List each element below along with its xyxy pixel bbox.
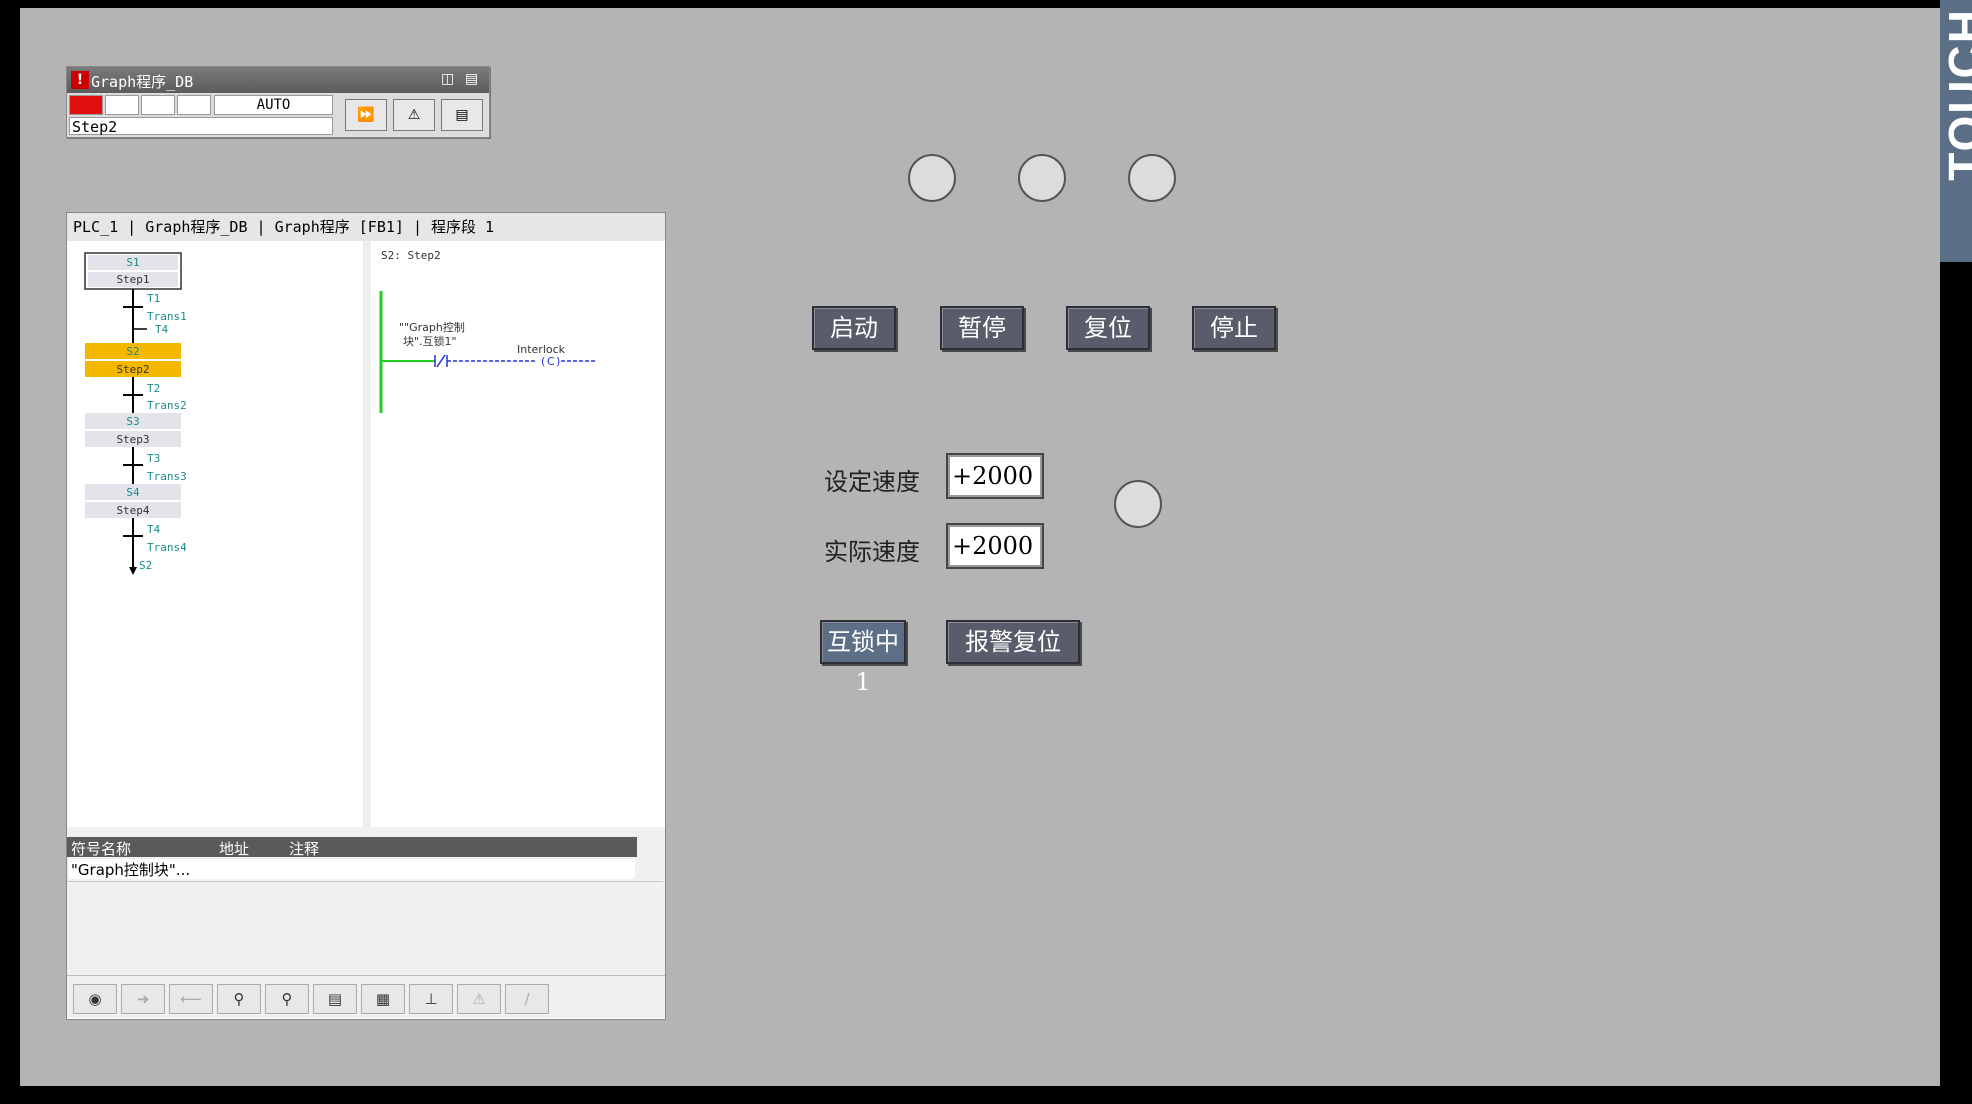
slash-button[interactable]: ∕ bbox=[505, 984, 549, 1014]
indicator-lamp-4 bbox=[1114, 480, 1162, 528]
operand-line2: 块".互锁1" bbox=[403, 334, 457, 348]
step-s3-name: Step3 bbox=[116, 433, 149, 446]
symbol-table: 符号名称 地址 注释 "Graph控制块"... bbox=[67, 827, 665, 978]
step-s4-name: Step4 bbox=[116, 504, 149, 517]
list-icon: ▤ bbox=[327, 990, 343, 1008]
slash-icon: ∕ bbox=[524, 990, 530, 1008]
step-s3-id: S3 bbox=[126, 415, 139, 428]
status-cell-active bbox=[69, 95, 103, 115]
symbol-table-empty-area bbox=[67, 881, 663, 978]
status-cells: AUTO bbox=[69, 95, 333, 115]
arrow-right-icon: ➜ bbox=[136, 990, 150, 1008]
plc-code-viewer: PLC_1 | Graph程序_DB | Graph程序 [FB1] | 程序段… bbox=[66, 212, 666, 1020]
trans-t2-name: Trans2 bbox=[147, 399, 187, 412]
symbol-table-header: 符号名称 地址 注释 bbox=[67, 837, 637, 858]
trans-t4-name: Trans4 bbox=[147, 541, 187, 554]
zoom-out-icon: ⚲ bbox=[281, 990, 293, 1008]
alarm-icon: ⚠ bbox=[407, 107, 421, 123]
comment-button[interactable]: ◉ bbox=[73, 984, 117, 1014]
viewer-toolbar: ◉ ➜ ⟵ ⚲ ⚲ ▤ ▦ ⊥ ⚠ ∕ bbox=[67, 975, 665, 1018]
mode-button[interactable]: ▤ bbox=[441, 99, 483, 131]
col-symbol-name: 符号名称 bbox=[71, 840, 132, 858]
status-cell bbox=[105, 95, 139, 115]
actual-speed-field: +2000 bbox=[946, 523, 1044, 569]
graph-status-block: ! Graph程序_DB ◫ ▤ AUTO Step2 ⏩ ⚠ ▤ bbox=[66, 66, 490, 138]
coil-symbol: ( bbox=[541, 355, 545, 368]
step-s2-id: S2 bbox=[126, 345, 139, 358]
graph-sequence-chart: S1 Step1 T1 Trans1 T4 S2 Step2 T2 Trans2 bbox=[67, 241, 665, 851]
step-s1-id: S1 bbox=[126, 256, 139, 269]
alarm-button[interactable]: ⚠ bbox=[457, 984, 501, 1014]
status-cell bbox=[177, 95, 211, 115]
trans-t2-id: T2 bbox=[147, 382, 160, 395]
display-icon[interactable]: ◫ bbox=[441, 71, 459, 87]
trans-t3-name: Trans3 bbox=[147, 470, 187, 483]
zoom-in-button[interactable]: ⚲ bbox=[217, 984, 261, 1014]
warning-icon: ! bbox=[71, 71, 89, 89]
trans-t4-id: T4 bbox=[147, 523, 161, 536]
actual-speed-label: 实际速度 bbox=[824, 538, 920, 566]
loop-in-label: T4 bbox=[155, 323, 169, 336]
mode-display: AUTO bbox=[214, 95, 333, 115]
next-step-button[interactable]: ⏩ bbox=[345, 99, 387, 131]
mode-icon: ▤ bbox=[455, 107, 469, 123]
touch-label-strip: TOUCH bbox=[1940, 0, 1972, 262]
interlock-button[interactable]: 互锁中1 bbox=[820, 620, 906, 696]
touch-label: TOUCH bbox=[1940, 8, 1972, 181]
col-comment: 注释 bbox=[289, 840, 320, 858]
step-s2-name: Step2 bbox=[116, 363, 149, 376]
step-s4-id: S4 bbox=[126, 486, 140, 499]
arrow-left-icon: ⟵ bbox=[180, 990, 202, 1008]
view-button[interactable]: ▤ bbox=[313, 984, 357, 1014]
reset-button[interactable]: 复位 bbox=[1066, 306, 1150, 350]
symbol-table-row[interactable]: "Graph控制块"... bbox=[69, 859, 635, 879]
step-s1-name: Step1 bbox=[116, 273, 149, 286]
search-button[interactable]: ▦ bbox=[361, 984, 405, 1014]
zoom-in-icon: ⚲ bbox=[233, 990, 245, 1008]
jump-target-label: S2 bbox=[139, 559, 152, 572]
trans-t1-name: Trans1 bbox=[147, 310, 187, 323]
hmi-screen: ! Graph程序_DB ◫ ▤ AUTO Step2 ⏩ ⚠ ▤ PLC_1 … bbox=[20, 8, 1940, 1086]
search-list-icon: ▦ bbox=[375, 990, 391, 1008]
acknowledge-button[interactable]: ⚠ bbox=[393, 99, 435, 131]
fast-forward-icon: ⏩ bbox=[357, 107, 375, 123]
toggle-button[interactable]: ⊥ bbox=[409, 984, 453, 1014]
coil-label: C bbox=[547, 355, 555, 368]
alarm-reset-button[interactable]: 报警复位 bbox=[946, 620, 1080, 664]
indicator-lamp-2 bbox=[1018, 154, 1066, 202]
current-step-display: Step2 bbox=[69, 117, 333, 136]
stop-button[interactable]: 停止 bbox=[1192, 306, 1276, 350]
trans-t3-id: T3 bbox=[147, 452, 160, 465]
coil-symbol: ) bbox=[556, 355, 560, 368]
graph-status-titlebar: ! Graph程序_DB ◫ ▤ bbox=[67, 67, 489, 93]
graph-status-title: Graph程序_DB bbox=[91, 73, 194, 91]
start-button[interactable]: 启动 bbox=[812, 306, 896, 350]
speech-bubble-icon: ◉ bbox=[88, 990, 102, 1008]
program-path: PLC_1 | Graph程序_DB | Graph程序 [FB1] | 程序段… bbox=[67, 213, 665, 241]
indicator-lamp-1 bbox=[908, 154, 956, 202]
toggle-icon: ⊥ bbox=[424, 990, 438, 1008]
network-icon[interactable]: ▤ bbox=[465, 71, 483, 87]
set-speed-label: 设定速度 bbox=[824, 468, 920, 496]
zoom-out-button[interactable]: ⚲ bbox=[265, 984, 309, 1014]
detail-header: S2: Step2 bbox=[381, 249, 441, 262]
set-speed-field[interactable]: +2000 bbox=[946, 453, 1044, 499]
operand-line1: ""Graph控制 bbox=[399, 320, 465, 334]
pause-button[interactable]: 暂停 bbox=[940, 306, 1024, 350]
col-address: 地址 bbox=[219, 840, 250, 858]
indicator-lamp-3 bbox=[1128, 154, 1176, 202]
status-cell bbox=[141, 95, 175, 115]
trans-t1-id: T1 bbox=[147, 292, 160, 305]
warning-icon: ⚠ bbox=[472, 990, 486, 1008]
goback-button[interactable]: ⟵ bbox=[169, 984, 213, 1014]
goto-button[interactable]: ➜ bbox=[121, 984, 165, 1014]
